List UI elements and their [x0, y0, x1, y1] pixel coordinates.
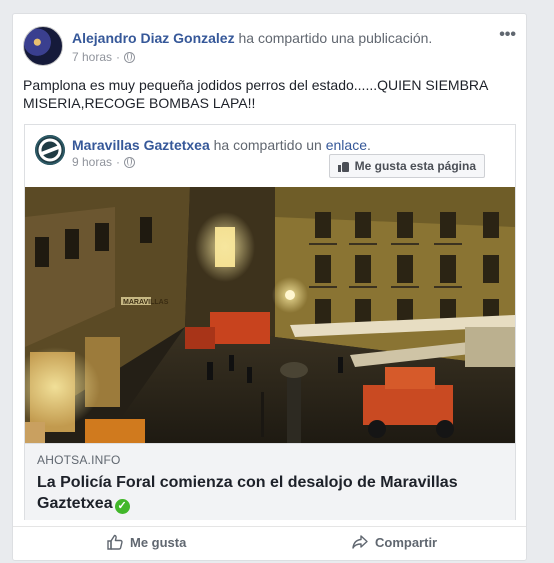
shared-header-line: Maravillas Gaztetxea ha compartido un en… — [72, 137, 371, 153]
post-meta: 7 horas · — [72, 50, 136, 64]
like-label: Me gusta — [130, 534, 187, 550]
shop-sign: MARAVILLAS — [123, 299, 169, 306]
meta-separator: · — [116, 50, 121, 64]
author-name-link[interactable]: Alejandro Diaz Gonzalez — [72, 30, 235, 46]
street-night-photo: MARAVILLAS — [25, 187, 515, 443]
author-avatar[interactable] — [23, 26, 63, 66]
shared-post: Maravillas Gaztetxea ha compartido un en… — [24, 124, 516, 520]
post-timestamp[interactable]: 7 horas — [72, 50, 112, 64]
like-page-label: Me gusta esta página — [354, 159, 476, 173]
verified-check-icon: ✓ — [114, 499, 130, 514]
post-header-line: Alejandro Diaz Gonzalez ha compartido un… — [72, 30, 432, 46]
shared-meta: 9 horas · — [72, 155, 136, 169]
post-text: Pamplona es muy pequeña jodidos perros d… — [23, 77, 488, 111]
post-card: Alejandro Diaz Gonzalez ha compartido un… — [12, 13, 527, 561]
post-header: Alejandro Diaz Gonzalez ha compartido un… — [23, 26, 516, 70]
shared-globe-icon[interactable] — [124, 156, 136, 168]
like-button[interactable]: Me gusta — [106, 533, 186, 551]
page-logo-icon — [35, 135, 65, 165]
like-page-button[interactable]: Me gusta esta página — [328, 154, 485, 178]
shared-timestamp[interactable]: 9 horas — [72, 155, 112, 169]
more-options-icon[interactable]: ••• — [499, 27, 516, 43]
link-title[interactable]: La Policía Foral comienza con el desaloj… — [37, 472, 497, 514]
thumbs-up-icon — [107, 534, 123, 550]
post-actions-bar: Me gusta Compartir — [13, 526, 526, 556]
shared-period: . — [366, 137, 371, 153]
share-label: Compartir — [375, 534, 438, 550]
link-caption[interactable]: AHOTSA.INFO La Policía Foral comienza co… — [25, 443, 515, 520]
share-arrow-icon — [352, 535, 368, 549]
thumbs-up-icon — [337, 161, 350, 172]
globe-icon[interactable] — [124, 51, 136, 63]
share-button[interactable]: Compartir — [351, 533, 437, 551]
link-domain: AHOTSA.INFO — [37, 453, 121, 467]
page-avatar[interactable] — [35, 135, 65, 165]
shared-link-word[interactable]: enlace — [326, 137, 367, 153]
shared-page-name-link[interactable]: Maravillas Gaztetxea — [72, 137, 210, 153]
post-action-text: ha compartido una publicación. — [234, 30, 433, 46]
shared-action-text: ha compartido un — [209, 137, 326, 153]
link-preview-image[interactable]: MARAVILLAS — [25, 187, 515, 443]
shared-meta-separator: · — [116, 155, 121, 169]
link-title-text: La Policía Foral comienza con el desaloj… — [37, 474, 458, 512]
